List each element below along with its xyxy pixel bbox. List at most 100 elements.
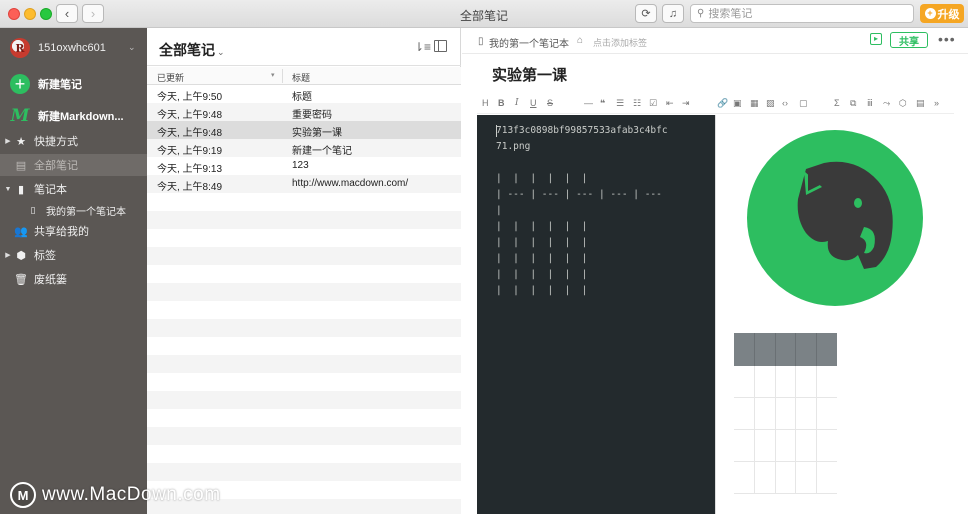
notifications-button[interactable]: ♫	[662, 4, 684, 23]
new-note-button[interactable]: + 新建笔记	[10, 74, 82, 94]
add-tag-field[interactable]: 点击添加标签	[593, 36, 647, 49]
chevron-down-icon[interactable]: ⌄	[128, 42, 136, 53]
account-name: 151oxwhc601	[38, 42, 106, 54]
rendered-table	[734, 333, 837, 494]
note-updated: 今天, 上午9:13	[157, 164, 223, 175]
presentation-icon[interactable]: ▸	[870, 33, 882, 45]
link-icon[interactable]: 🔗	[717, 98, 728, 109]
note-rows: 今天, 上午9:50 标题 今天, 上午9:48 重要密码 今天, 上午9:48…	[147, 85, 461, 514]
outdent-icon[interactable]: ⇤	[666, 98, 674, 109]
note-updated: 今天, 上午9:19	[157, 146, 223, 157]
star-icon: ★	[16, 135, 26, 148]
table-row-selected[interactable]: 今天, 上午9:48 实验第一课	[147, 121, 461, 139]
sidebar-item-label: 快捷方式	[34, 136, 78, 148]
note-title: 实验第一课	[292, 128, 342, 139]
code-icon[interactable]: ‹›	[782, 98, 788, 108]
people-icon: 👥	[14, 225, 28, 238]
note-title: 新建一个笔记	[292, 146, 352, 157]
sidebar-item-label: 废纸篓	[34, 274, 67, 286]
notebook-selector[interactable]: 我的第一个笔记本	[489, 35, 569, 50]
sidebar-item-all-notes[interactable]: ▤ 全部笔记	[0, 154, 147, 176]
note-title: 标题	[292, 92, 312, 103]
underline-icon[interactable]: U	[530, 98, 537, 108]
markdown-icon: M	[10, 106, 30, 126]
table-header-row	[734, 333, 837, 366]
note-updated: 今天, 上午8:49	[157, 182, 223, 193]
search-icon: ⚲	[697, 8, 705, 19]
note-list-title-text: 全部笔记	[159, 42, 215, 58]
sidebar-item-my-notebook[interactable]: ▯ 我的第一个笔记本	[0, 199, 147, 221]
gantt-icon[interactable]: ⅲ	[867, 98, 873, 109]
disclosure-down-icon[interactable]: ▼	[2, 186, 14, 193]
upgrade-label: 升级	[937, 8, 960, 21]
tag-icon: ⌂	[577, 35, 584, 46]
note-list-title[interactable]: 全部笔记 ⌄	[159, 40, 225, 60]
markdown-preview	[715, 115, 968, 514]
table-row	[734, 398, 837, 430]
sync-button[interactable]: ⟳	[635, 4, 657, 23]
search-input[interactable]	[708, 7, 889, 20]
notebook-small-icon: ▯	[30, 204, 36, 215]
sidebar-item-shortcuts[interactable]: ▶ ★ 快捷方式	[0, 130, 147, 152]
disclosure-right-icon[interactable]: ▶	[2, 137, 14, 145]
sidebar-item-shared[interactable]: 👥 共享给我的	[0, 220, 147, 242]
math-icon[interactable]: Σ	[834, 98, 840, 108]
notebook-icon: ▯	[478, 36, 484, 47]
numbered-list-icon[interactable]: ☷	[633, 98, 641, 109]
tag-icon: ⬢	[16, 249, 26, 262]
table-row[interactable]: 今天, 上午9:48 重要密码	[147, 103, 461, 121]
horizontal-rule-icon[interactable]: —	[584, 98, 593, 108]
table-row[interactable]: 今天, 上午9:50 标题	[147, 85, 461, 103]
more-tools-icon[interactable]: »	[934, 98, 939, 108]
sequence-icon[interactable]: ⤳	[883, 98, 890, 109]
heading-icon[interactable]: H	[482, 98, 489, 108]
sidebar-item-label: 标签	[34, 250, 56, 262]
checkbox-icon[interactable]: ☑	[649, 98, 657, 109]
new-markdown-button[interactable]: M 新建Markdown...	[10, 106, 124, 126]
picture-icon[interactable]: ▨	[766, 98, 775, 109]
new-note-label: 新建笔记	[38, 79, 82, 91]
note-title: 123	[292, 160, 309, 171]
sort-desc-icon: ▾	[271, 72, 275, 79]
quote-icon[interactable]: ❝	[600, 98, 605, 109]
italic-icon[interactable]: I	[515, 98, 519, 108]
search-box[interactable]: ⚲	[690, 4, 914, 23]
upgrade-button[interactable]: + 升级	[920, 4, 964, 23]
sidebar-item-trash[interactable]: 🗑 废纸篓	[0, 268, 147, 290]
account-switcher[interactable]: R 151oxwhc601	[10, 38, 106, 58]
evernote-logo-image	[747, 130, 923, 306]
view-options-icon[interactable]	[434, 40, 447, 52]
preview-toggle-icon[interactable]: ▤	[916, 98, 925, 109]
table-row	[734, 430, 837, 462]
note-list-columns: 已更新 ▾ 标题	[147, 67, 461, 85]
share-button[interactable]: 共享	[890, 32, 928, 48]
note-title-field[interactable]: 实验第一课	[492, 64, 567, 85]
table-row	[734, 366, 837, 398]
table-row[interactable]: 今天, 上午8:49 http://www.macdown.com/	[147, 175, 461, 193]
note-updated: 今天, 上午9:50	[157, 92, 223, 103]
code-block-icon[interactable]: ▢	[799, 98, 808, 109]
more-icon[interactable]: •••	[938, 31, 956, 47]
table-icon[interactable]: ▦	[750, 98, 759, 109]
flowchart-icon[interactable]: ⧉	[850, 98, 856, 109]
table-row[interactable]: 今天, 上午9:19 新建一个笔记	[147, 139, 461, 157]
disclosure-right-icon[interactable]: ▶	[2, 251, 14, 259]
strikethrough-icon[interactable]: S	[547, 98, 553, 108]
column-updated[interactable]: 已更新	[157, 71, 184, 84]
markdown-source[interactable]: 713f3c0898bf99857533afab3c4bfc 71.png | …	[477, 115, 715, 514]
bold-icon[interactable]: B	[498, 98, 505, 108]
note-editor: ▯ 我的第一个笔记本 ⌂ 点击添加标签 ▸ 共享 ••• 实验第一课 H B I…	[462, 28, 968, 514]
sidebar-item-notebooks[interactable]: ▼ ▮ 笔记本	[0, 178, 147, 200]
column-title[interactable]: 标题	[292, 71, 310, 84]
title-bar: ‹ › 全部笔记 ⟳ ♫ ⚲ + 升级	[0, 0, 968, 28]
note-updated: 今天, 上午9:48	[157, 110, 223, 121]
table-row[interactable]: 今天, 上午9:13 123	[147, 157, 461, 175]
indent-icon[interactable]: ⇥	[682, 98, 690, 109]
note-title: http://www.macdown.com/	[292, 178, 409, 189]
sidebar-item-label: 笔记本	[34, 184, 67, 196]
mindmap-icon[interactable]: ⬡	[899, 98, 907, 109]
bullet-list-icon[interactable]: ☰	[616, 98, 624, 109]
sidebar-item-tags[interactable]: ▶ ⬢ 标签	[0, 244, 147, 266]
sort-icon[interactable]: ⇂≡	[414, 40, 431, 54]
image-icon[interactable]: ▣	[733, 98, 742, 109]
